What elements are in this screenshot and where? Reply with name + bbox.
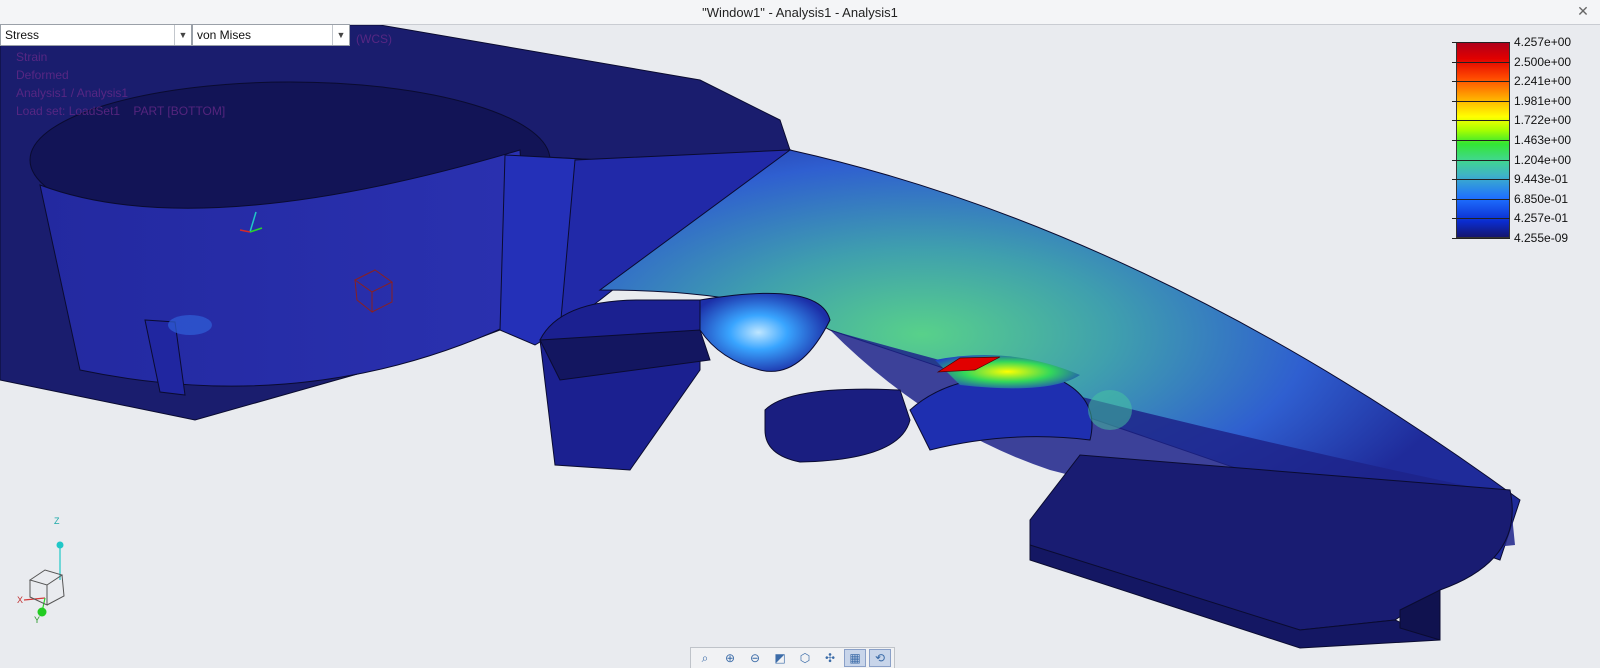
component-select[interactable]: von Mises ▼: [192, 24, 350, 46]
view-toolbar: ⌕ ⊕ ⊖ ◩ ⬡ ✣ ▦ ⟲: [690, 647, 895, 668]
window-titlebar: "Window1" - Analysis1 - Analysis1 ✕: [0, 0, 1600, 25]
legend-value: 1.463e+00: [1451, 133, 1572, 147]
legend-value: 4.257e-01: [1451, 211, 1569, 226]
legend-value: 1.981e+00: [1451, 93, 1572, 108]
legend-value: 4.255e-09: [1451, 231, 1569, 245]
legend-value: 9.443e-01: [1451, 172, 1569, 187]
view-orient-icon[interactable]: ⬡: [794, 649, 816, 667]
chevron-down-icon[interactable]: ▼: [332, 25, 349, 45]
info-line: Load set: LoadSet1 PART [BOTTOM]: [16, 104, 226, 118]
info-line: Deformed: [16, 68, 69, 82]
legend-value: 6.850e-01: [1451, 191, 1569, 206]
triad-label-z: Z: [54, 516, 60, 526]
triad-label-x: X: [17, 595, 24, 605]
info-wcs: (WCS): [356, 32, 392, 46]
model-viewport[interactable]: Z X Y: [0, 25, 1600, 667]
refit-icon[interactable]: ◩: [769, 649, 791, 667]
legend-labels: 4.257e+00 2.500e+00 2.241e+00 1.981e+00 …: [1451, 36, 1600, 244]
zoom-fit-icon[interactable]: ⌕: [694, 649, 716, 667]
stress-color-legend: 4.257e+00 2.500e+00 2.241e+00 1.981e+00 …: [1451, 36, 1600, 244]
window-title: "Window1" - Analysis1 - Analysis1: [702, 4, 898, 20]
legend-value: 4.257e+00: [1451, 35, 1572, 49]
result-type-select[interactable]: Stress ▼: [0, 24, 192, 46]
zoom-out-icon[interactable]: ⊖: [744, 649, 766, 667]
spin-icon[interactable]: ✣: [819, 649, 841, 667]
legend-value: 1.722e+00: [1451, 113, 1572, 128]
triad-label-y: Y: [34, 615, 41, 625]
legend-value: 2.500e+00: [1451, 54, 1572, 69]
component-value: von Mises: [197, 28, 252, 42]
info-line: Strain: [16, 50, 48, 64]
close-icon[interactable]: ✕: [1574, 2, 1592, 20]
zoom-in-icon[interactable]: ⊕: [719, 649, 741, 667]
legend-value: 2.241e+00: [1451, 74, 1572, 89]
result-info-overlay: (WCS) Strain Deformed Analysis1 / Analys…: [16, 32, 392, 120]
chevron-down-icon[interactable]: ▼: [174, 25, 191, 45]
orientation-triad: [23, 541, 65, 617]
animation-icon[interactable]: ⟲: [869, 649, 891, 667]
legend-value: 1.204e+00: [1451, 152, 1572, 167]
info-line: Analysis1 / Analysis1: [16, 86, 129, 100]
result-type-value: Stress: [5, 28, 40, 42]
display-style-icon[interactable]: ▦: [844, 649, 866, 667]
